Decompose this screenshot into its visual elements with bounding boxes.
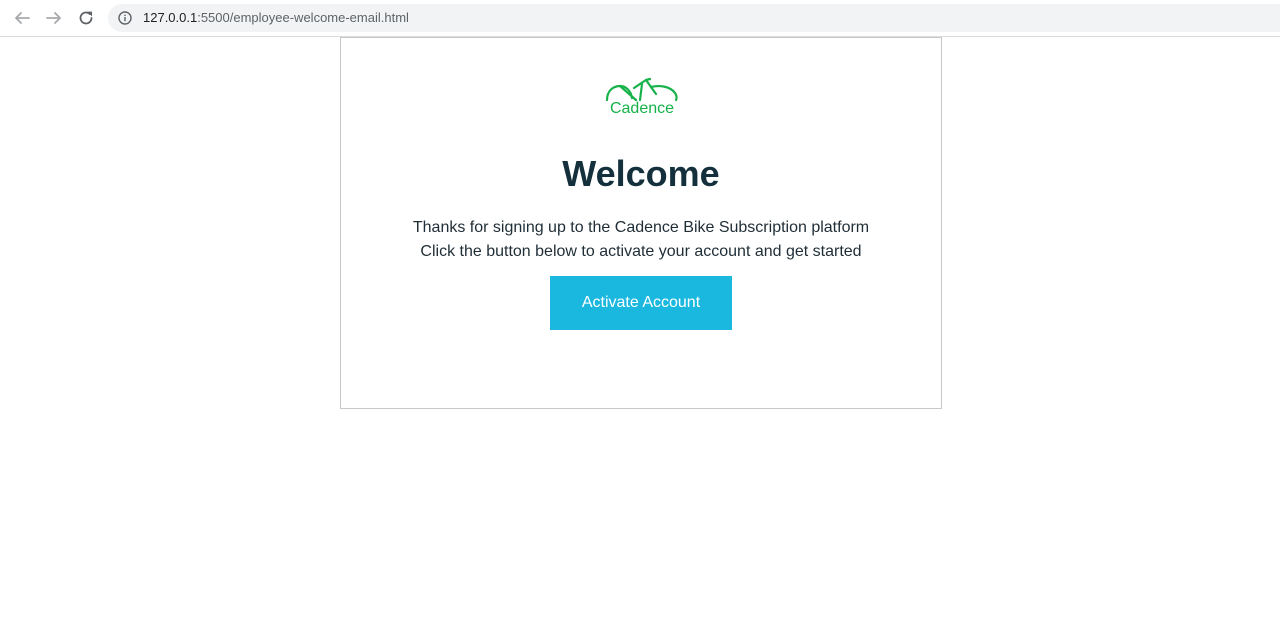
- body-text-line-1: Thanks for signing up to the Cadence Bik…: [412, 219, 870, 236]
- activate-account-button[interactable]: Activate Account: [550, 276, 732, 330]
- back-button[interactable]: [10, 6, 34, 30]
- url-path: :5500/employee-welcome-email.html: [197, 10, 409, 25]
- address-bar[interactable]: 127.0.0.1:5500/employee-welcome-email.ht…: [108, 4, 1280, 32]
- browser-toolbar: 127.0.0.1:5500/employee-welcome-email.ht…: [0, 0, 1280, 37]
- reload-icon: [79, 11, 93, 25]
- url-host: 127.0.0.1: [143, 10, 198, 25]
- url-text[interactable]: 127.0.0.1:5500/employee-welcome-email.ht…: [143, 10, 409, 26]
- body-text-line-2: Click the button below to activate your …: [420, 243, 862, 260]
- bicycle-icon: [605, 77, 678, 102]
- arrow-left-icon: [15, 12, 30, 24]
- welcome-heading: Welcome: [562, 153, 720, 194]
- cadence-logo: Cadence: [604, 76, 680, 122]
- reload-button[interactable]: [74, 6, 98, 30]
- info-icon[interactable]: [118, 11, 132, 25]
- forward-button[interactable]: [42, 6, 66, 30]
- email-card: Cadence Welcome Thanks for signing up to…: [340, 37, 942, 409]
- arrow-right-icon: [46, 12, 61, 24]
- logo-wordmark: Cadence: [609, 100, 675, 117]
